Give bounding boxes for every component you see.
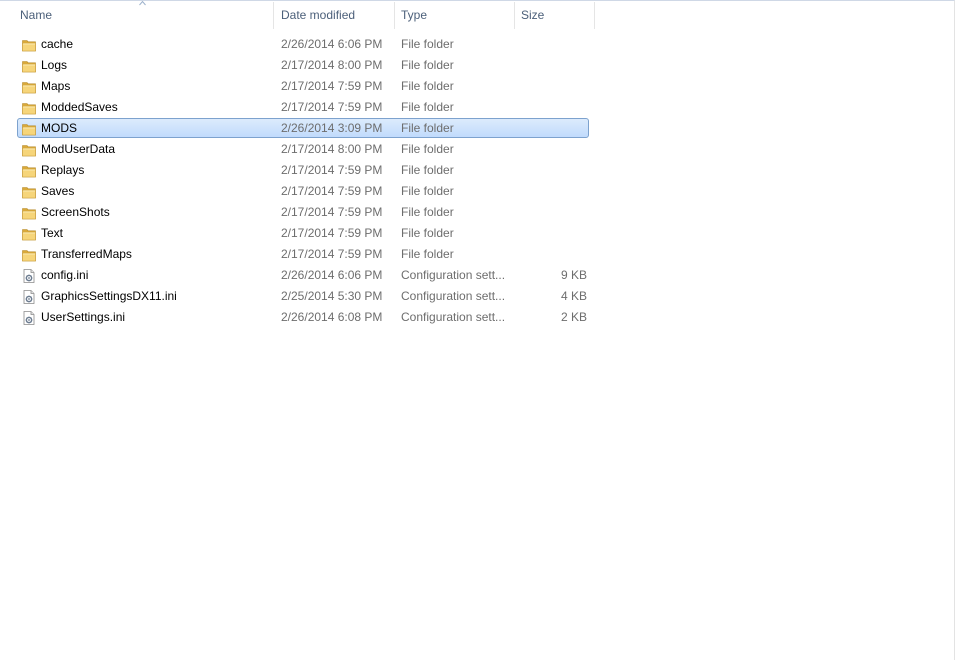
column-header-date-modified[interactable]: Date modified xyxy=(274,2,395,29)
item-name: UserSettings.ini xyxy=(41,310,126,324)
file-list-view: Name Date modified Type Size cache 2/26/2… xyxy=(0,0,955,660)
folder-row[interactable]: cache 2/26/2014 6:06 PM File folder xyxy=(0,34,955,55)
folder-row[interactable]: Text 2/17/2014 7:59 PM File folder xyxy=(0,223,955,244)
item-date-modified: 2/17/2014 7:59 PM xyxy=(281,100,383,114)
config-file-icon xyxy=(21,289,37,305)
folder-icon xyxy=(21,205,37,221)
folder-row[interactable]: ScreenShots 2/17/2014 7:59 PM File folder xyxy=(0,202,955,223)
folder-icon xyxy=(21,184,37,200)
item-type: File folder xyxy=(401,100,454,114)
item-type: File folder xyxy=(401,79,454,93)
folder-row[interactable]: Replays 2/17/2014 7:59 PM File folder xyxy=(0,160,955,181)
column-header-date-label: Date modified xyxy=(281,8,356,22)
folder-row[interactable]: Logs 2/17/2014 8:00 PM File folder xyxy=(0,55,955,76)
column-header-size[interactable]: Size xyxy=(515,2,595,29)
file-list: cache 2/26/2014 6:06 PM File folder Logs 2/… xyxy=(0,34,955,328)
item-type: Configuration sett... xyxy=(401,268,506,282)
folder-row[interactable]: ModUserData 2/17/2014 8:00 PM File folder xyxy=(0,139,955,160)
item-date-modified: 2/17/2014 7:59 PM xyxy=(281,184,383,198)
folder-row[interactable]: Maps 2/17/2014 7:59 PM File folder xyxy=(0,76,955,97)
folder-icon xyxy=(21,58,37,74)
item-name: MODS xyxy=(41,121,77,135)
item-name: GraphicsSettingsDX11.ini xyxy=(41,289,177,303)
item-date-modified: 2/26/2014 6:06 PM xyxy=(281,268,383,282)
column-header-name[interactable]: Name xyxy=(0,0,274,29)
column-header-filler xyxy=(595,2,953,29)
config-file-icon xyxy=(21,268,37,284)
item-name: Text xyxy=(41,226,64,240)
item-type: File folder xyxy=(401,247,454,261)
file-row[interactable]: UserSettings.ini 2/26/2014 6:08 PM Configu… xyxy=(0,307,955,328)
folder-icon xyxy=(21,163,37,179)
column-header-type-label: Type xyxy=(401,8,428,22)
item-type: File folder xyxy=(401,121,454,135)
item-name: cache xyxy=(41,37,74,51)
item-date-modified: 2/17/2014 7:59 PM xyxy=(281,226,383,240)
folder-icon xyxy=(21,79,37,95)
sort-ascending-icon xyxy=(139,0,146,6)
item-type: File folder xyxy=(401,58,454,72)
item-name: Saves xyxy=(41,184,75,198)
item-date-modified: 2/17/2014 8:00 PM xyxy=(281,142,383,156)
folder-icon xyxy=(21,100,37,116)
file-row[interactable]: GraphicsSettingsDX11.ini 2/25/2014 5:30 P… xyxy=(0,286,955,307)
item-date-modified: 2/26/2014 6:08 PM xyxy=(281,310,383,324)
item-name: Replays xyxy=(41,163,85,177)
column-header-size-label: Size xyxy=(521,8,545,22)
folder-row[interactable]: ModdedSaves 2/17/2014 7:59 PM File folder xyxy=(0,97,955,118)
item-size: 9 KB xyxy=(560,268,587,282)
folder-icon xyxy=(21,37,37,53)
item-type: File folder xyxy=(401,205,454,219)
item-name: ModUserData xyxy=(41,142,116,156)
item-date-modified: 2/17/2014 7:59 PM xyxy=(281,79,383,93)
folder-icon xyxy=(21,142,37,158)
item-date-modified: 2/26/2014 3:09 PM xyxy=(281,121,383,135)
item-date-modified: 2/17/2014 7:59 PM xyxy=(281,247,383,261)
folder-row[interactable]: TransferredMaps 2/17/2014 7:59 PM File fol… xyxy=(0,244,955,265)
item-type: File folder xyxy=(401,184,454,198)
item-type: File folder xyxy=(401,226,454,240)
column-header-type[interactable]: Type xyxy=(395,2,515,29)
item-name: config.ini xyxy=(41,268,89,282)
folder-icon xyxy=(21,226,37,242)
item-type: Configuration sett... xyxy=(401,310,506,324)
column-header-bar: Name Date modified Type Size xyxy=(0,0,953,29)
file-row[interactable]: config.ini 2/26/2014 6:06 PM Configuration… xyxy=(0,265,955,286)
item-name: ModdedSaves xyxy=(41,100,118,114)
item-date-modified: 2/25/2014 5:30 PM xyxy=(281,289,383,303)
item-date-modified: 2/17/2014 7:59 PM xyxy=(281,163,383,177)
item-type: File folder xyxy=(401,37,454,51)
folder-row[interactable]: Saves 2/17/2014 7:59 PM File folder xyxy=(0,181,955,202)
item-date-modified: 2/26/2014 6:06 PM xyxy=(281,37,383,51)
item-name: Maps xyxy=(41,79,71,93)
config-file-icon xyxy=(21,310,37,326)
folder-icon xyxy=(21,247,37,263)
item-size: 4 KB xyxy=(560,289,587,303)
column-header-name-label: Name xyxy=(20,8,53,22)
item-type: File folder xyxy=(401,142,454,156)
item-size: 2 KB xyxy=(560,310,587,324)
item-type: File folder xyxy=(401,163,454,177)
folder-icon xyxy=(21,121,37,137)
item-date-modified: 2/17/2014 7:59 PM xyxy=(281,205,383,219)
item-name: ScreenShots xyxy=(41,205,110,219)
folder-row[interactable]: MODS 2/26/2014 3:09 PM File folder xyxy=(0,118,955,139)
item-date-modified: 2/17/2014 8:00 PM xyxy=(281,58,383,72)
item-name: TransferredMaps xyxy=(41,247,132,261)
item-type: Configuration sett... xyxy=(401,289,506,303)
item-name: Logs xyxy=(41,58,68,72)
